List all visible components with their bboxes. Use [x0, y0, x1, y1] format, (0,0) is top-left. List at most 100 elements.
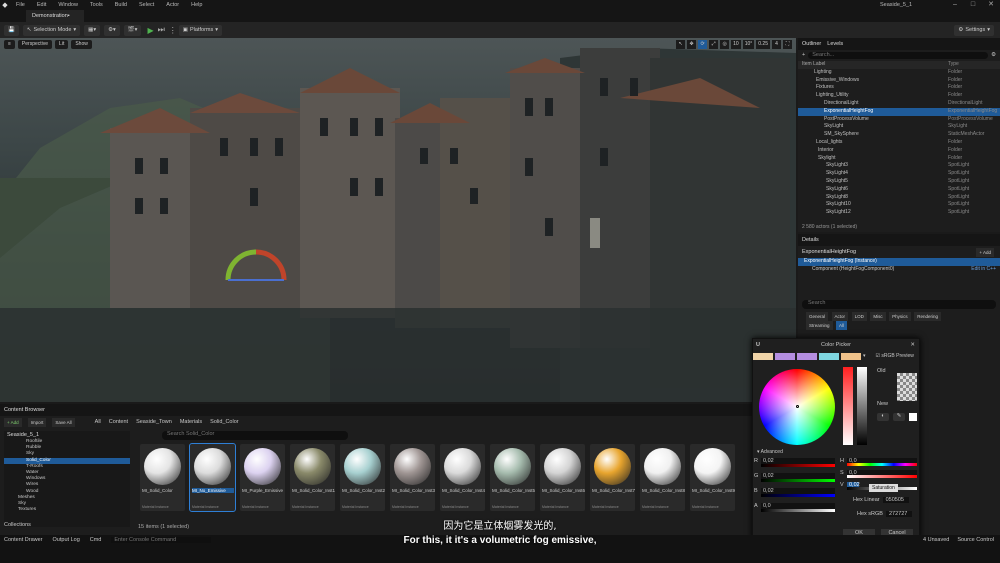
camera-speed-value[interactable]: 4 [772, 40, 781, 49]
menu-tools[interactable]: Tools [84, 2, 109, 8]
filter-physics[interactable]: Physics [889, 312, 911, 321]
content-search-input[interactable]: Search Solid_Color [162, 431, 348, 440]
outliner-row[interactable]: Local_lights Folder [798, 139, 1000, 147]
content-browser-title[interactable]: Content Browser [4, 407, 45, 413]
outliner-row[interactable]: ExponentialHeightFog ExponentialHeightFog [798, 107, 1000, 116]
edit-cpp-link[interactable]: Edit in C++ [971, 266, 996, 274]
filter-icon[interactable]: ⚙ [991, 52, 996, 59]
eyedropper-icon[interactable]: ✎ [893, 413, 905, 421]
menu-window[interactable]: Window [52, 2, 84, 8]
settings-button[interactable]: ⚙ Settings ▾ [954, 24, 994, 36]
tab-outliner[interactable]: Outliner [802, 41, 821, 47]
show-button[interactable]: Show [71, 40, 92, 49]
grid-snap-value[interactable]: 10 [731, 40, 741, 49]
outliner-row[interactable]: SkyLight12 SpotLight [798, 209, 1000, 217]
scale-tool-icon[interactable]: ⤢ [709, 40, 719, 49]
red-slider[interactable] [761, 464, 835, 467]
instance-row[interactable]: ExponentialHeightFog (Instance) [798, 258, 1000, 266]
hue-slider[interactable] [847, 463, 917, 466]
menu-file[interactable]: File [10, 2, 31, 8]
import-button[interactable]: Import [27, 417, 47, 427]
blueprint-button[interactable]: ⚙▾ [104, 24, 120, 36]
breadcrumb-seaside-town[interactable]: Seaside_Town [136, 419, 172, 425]
level-viewport[interactable]: ≡ Perspective Lit Show ↖ ✥ ⟳ ⤢ ◎ 10 10° … [0, 38, 796, 402]
menu-edit[interactable]: Edit [31, 2, 52, 8]
outliner-row[interactable]: DirectionalLight DirectionalLight [798, 100, 1000, 108]
breadcrumb-all[interactable]: All [95, 419, 101, 425]
rotation-snap-value[interactable]: 10° [742, 40, 755, 49]
asset-tile[interactable]: MI_Solid_Color_Inst2 Material Instance [340, 444, 385, 511]
asset-tile[interactable]: MI_Solid_Color_Inst5 Material Instance [490, 444, 535, 511]
add-component-button[interactable]: + Add [976, 247, 994, 257]
theme-swatch[interactable] [841, 353, 861, 360]
content-shortcut-button[interactable]: ▦▾ [84, 24, 101, 36]
component-row[interactable]: Component (HeightFogComponent0) Edit in … [798, 266, 1000, 274]
details-title[interactable]: Details [802, 237, 819, 243]
outliner-row[interactable]: SkyLight4 SpotLight [798, 170, 1000, 178]
outliner-row[interactable]: SkyLight8 SpotLight [798, 194, 1000, 202]
asset-tile[interactable]: MI_Solid_Color_Inst7 Material Instance [590, 444, 635, 511]
breadcrumb-solid-color[interactable]: Solid_Color [210, 419, 238, 425]
world-icon[interactable]: ◎ [720, 40, 730, 49]
unreal-logo-icon[interactable]: ◆ [0, 0, 10, 10]
theme-swatch[interactable] [753, 353, 773, 360]
srgb-preview-checkbox[interactable]: ☑ sRGB Preview [876, 353, 914, 360]
chevron-down-icon[interactable]: ▾ [863, 353, 866, 360]
asset-tile[interactable]: MI_No_Emissive Material Instance [189, 443, 236, 512]
play-icon[interactable]: ▶ [147, 26, 153, 35]
column-item-label[interactable]: Item Label [802, 61, 825, 69]
green-slider[interactable] [761, 479, 835, 482]
maximize-viewport-icon[interactable]: ⛶ [783, 40, 792, 49]
asset-tile[interactable]: MI_Solid_Color Material Instance [140, 444, 185, 511]
saturation-slider[interactable] [843, 367, 853, 445]
folder-root[interactable]: Seaside_5_1 [4, 431, 130, 439]
outliner-row[interactable]: SM_SkySphere StaticMeshActor [798, 131, 1000, 139]
theme-swatch[interactable] [797, 353, 817, 360]
filter-misc[interactable]: Misc [870, 312, 886, 321]
filter-streaming[interactable]: Streaming [806, 321, 833, 330]
close-icon[interactable]: ✕ [982, 0, 1000, 10]
value-field[interactable]: 0,02 [847, 482, 860, 488]
add-button[interactable]: + Add [4, 417, 22, 427]
outliner-row[interactable]: Lighting_Utility Folder [798, 92, 1000, 100]
cinematics-button[interactable]: 🎬▾ [123, 24, 142, 36]
outliner-row[interactable]: PostProcessVolume PostProcessVolume [798, 116, 1000, 124]
outliner-row[interactable]: SkyLight SkyLight [798, 123, 1000, 131]
outliner-row[interactable]: SkyLight5 SpotLight [798, 178, 1000, 186]
lit-button[interactable]: Lit [55, 40, 69, 49]
maximize-icon[interactable]: □ [964, 0, 982, 10]
breadcrumb-materials[interactable]: Materials [180, 419, 202, 425]
outliner-row[interactable]: Skylight Folder [798, 155, 1000, 163]
breadcrumb-content[interactable]: Content [109, 419, 128, 425]
close-icon[interactable]: ✕ [910, 342, 915, 348]
asset-tile[interactable]: MI_Purple_Emissive Material Instance [240, 444, 285, 511]
save-button[interactable]: 💾 [4, 24, 19, 36]
minimize-icon[interactable]: – [946, 0, 964, 10]
filter-rendering[interactable]: Rendering [914, 312, 941, 321]
theme-swatch[interactable] [775, 353, 795, 360]
level-tab[interactable]: Demonstration• [26, 10, 84, 22]
step-icon[interactable]: ⏭ [158, 25, 165, 35]
menu-build[interactable]: Build [109, 2, 133, 8]
theme-swatch[interactable] [819, 353, 839, 360]
filter-all[interactable]: All [836, 321, 848, 330]
blue-slider[interactable] [761, 494, 835, 497]
asset-tile[interactable]: MI_Solid_Color_Inst1 Material Instance [290, 444, 335, 511]
filter-general[interactable]: General [806, 312, 829, 321]
platforms-button[interactable]: ▣ Platforms ▾ [178, 24, 222, 36]
saturation-bar[interactable] [847, 475, 917, 478]
add-icon[interactable]: + [802, 52, 805, 59]
color-wheel-icon[interactable]: ◐ [877, 413, 889, 421]
value-slider[interactable] [857, 367, 867, 445]
folder-item[interactable]: Textures [4, 507, 130, 513]
outliner-row[interactable]: Lighting Folder [798, 69, 1000, 77]
selection-mode-button[interactable]: ↖ Selection Mode ▾ [22, 24, 81, 36]
viewport-menu-button[interactable]: ≡ [4, 40, 15, 49]
save-all-button[interactable]: Save All [52, 417, 75, 427]
outliner-row[interactable]: SkyLight6 SpotLight [798, 186, 1000, 194]
alpha-slider[interactable] [761, 509, 835, 512]
outliner-search-input[interactable]: Search... [808, 52, 989, 59]
hex-linear-field[interactable]: 050505 [882, 497, 909, 503]
outliner-row[interactable]: SkyLight3 SpotLight [798, 162, 1000, 170]
details-search-input[interactable]: Search [802, 300, 996, 309]
